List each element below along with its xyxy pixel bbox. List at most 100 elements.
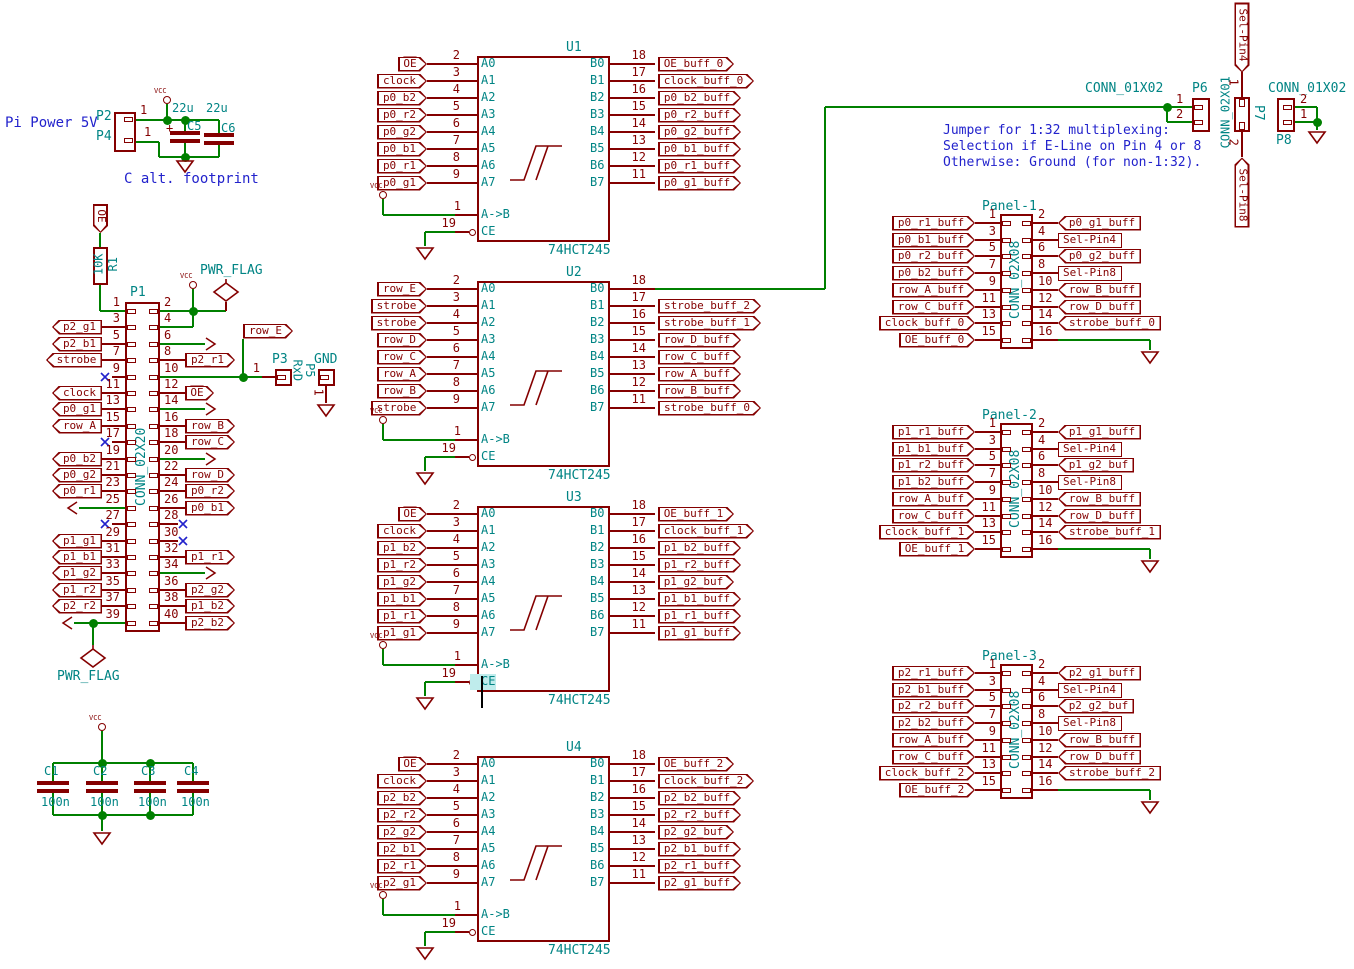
net-label-p0_g1[interactable]: p0_g1 (52, 402, 102, 417)
wire[interactable] (655, 288, 825, 290)
net-label-p0_g1_buff[interactable]: p0_g1_buff (658, 176, 741, 191)
wire[interactable] (99, 233, 101, 247)
net-label-p0_b2[interactable]: p0_b2 (52, 452, 102, 467)
net-label-p0_b2_buff[interactable]: p0_b2_buff (658, 91, 741, 106)
net-label-p1_r1[interactable]: p1_r1 (185, 550, 235, 565)
gnd-symbol[interactable] (175, 160, 195, 174)
net-label-row_C_buff[interactable]: row_C_buff (658, 350, 741, 365)
net-label-p2_b2_buff[interactable]: p2_b2_buff (892, 716, 975, 731)
net-label-p0_g1_buff[interactable]: p0_g1_buff (1058, 216, 1141, 231)
wire[interactable] (427, 97, 477, 99)
global-label-Sel-Pin4[interactable]: Sel-Pin4 (1058, 233, 1122, 248)
wire[interactable] (382, 899, 384, 915)
wire[interactable] (1058, 789, 1150, 791)
wire[interactable] (975, 222, 1000, 224)
wire[interactable] (425, 231, 455, 233)
connector-p6-body[interactable] (1192, 98, 1210, 132)
wire[interactable] (427, 407, 477, 409)
net-label-p1_b1_buff[interactable]: p1_b1_buff (892, 442, 975, 457)
gnd-symbol[interactable] (415, 697, 435, 711)
net-label-row_B[interactable]: row_B (377, 384, 427, 399)
wire[interactable] (1033, 789, 1058, 791)
wire[interactable] (455, 914, 477, 916)
net-label-OE_buff_0[interactable]: OE_buff_0 (658, 57, 734, 72)
global-label-Sel-Pin4[interactable]: Sel-Pin4 (1058, 683, 1122, 698)
net-label-p2_r2[interactable]: p2_r2 (52, 599, 102, 614)
wire[interactable] (1033, 431, 1058, 433)
wire[interactable] (427, 581, 477, 583)
net-label-p0_r2[interactable]: p0_r2 (377, 108, 427, 123)
net-label-p0_b2_buff[interactable]: p0_b2_buff (892, 266, 975, 281)
vcc-symbol[interactable] (379, 191, 387, 199)
wire[interactable] (92, 623, 94, 645)
wire[interactable] (824, 107, 826, 289)
net-label-p1_r2[interactable]: p1_r2 (377, 558, 427, 573)
gnd-symbol[interactable] (1307, 131, 1327, 145)
wire[interactable] (1241, 132, 1243, 157)
net-label-p1_r2[interactable]: p1_r2 (52, 583, 102, 598)
net-label-row_C[interactable]: row_C (377, 350, 427, 365)
net-label-clock[interactable]: clock (377, 74, 427, 89)
wire[interactable] (975, 464, 1000, 466)
wire[interactable] (610, 882, 655, 884)
net-label-OE_buff_1[interactable]: OE_buff_1 (658, 507, 734, 522)
wire[interactable] (427, 530, 477, 532)
net-label-row_E[interactable]: row_E (243, 324, 293, 339)
global-label-Sel-Pin4[interactable]: Sel-Pin4 (1058, 442, 1122, 457)
vcc-symbol[interactable] (189, 281, 197, 289)
wire[interactable] (218, 120, 220, 133)
wire[interactable] (427, 780, 477, 782)
gnd-symbol[interactable] (415, 247, 435, 261)
net-label-p0_g1[interactable]: p0_g1 (377, 176, 427, 191)
net-label-clock_buff_1[interactable]: clock_buff_1 (879, 525, 975, 540)
net-label-p1_b1[interactable]: p1_b1 (377, 592, 427, 607)
net-label-p1_g1_buff[interactable]: p1_g1_buff (1058, 425, 1141, 440)
net-label-p1_r1_buff[interactable]: p1_r1_buff (658, 609, 741, 624)
net-label-row_B_buff[interactable]: row_B_buff (1058, 492, 1141, 507)
gnd-symbol[interactable] (1140, 351, 1160, 365)
net-label-row_A_buff[interactable]: row_A_buff (892, 283, 975, 298)
wire[interactable] (455, 681, 469, 683)
net-label-p2_b2_buff[interactable]: p2_b2_buff (658, 791, 741, 806)
wire[interactable] (1033, 464, 1058, 466)
net-label-strobe_buff_0[interactable]: strobe_buff_0 (658, 401, 761, 416)
net-label-p2_r1_buff[interactable]: p2_r1_buff (892, 666, 975, 681)
wire[interactable] (975, 431, 1000, 433)
wire[interactable] (427, 831, 477, 833)
net-label-p2_b2[interactable]: p2_b2 (377, 791, 427, 806)
wire[interactable] (136, 119, 219, 121)
net-label-p2_g2[interactable]: p2_g2 (377, 825, 427, 840)
net-label-p2_g1[interactable]: p2_g1 (377, 876, 427, 891)
wire[interactable] (243, 376, 262, 378)
net-label-p2_r1[interactable]: p2_r1 (185, 353, 235, 368)
net-label-clock_buff_1[interactable]: clock_buff_1 (658, 524, 754, 539)
wire[interactable] (427, 339, 477, 341)
gnd-symbol[interactable] (1140, 560, 1160, 574)
gnd-symbol[interactable] (316, 404, 336, 418)
net-label-strobe_buff_2[interactable]: strobe_buff_2 (658, 299, 761, 314)
net-label-p1_b2_buff[interactable]: p1_b2_buff (658, 541, 741, 556)
net-label-clock[interactable]: clock (377, 774, 427, 789)
net-label-p2_g2[interactable]: p2_g2 (185, 583, 235, 598)
wire[interactable] (427, 513, 477, 515)
net-label-p0_b2[interactable]: p0_b2 (377, 91, 427, 106)
net-label-p2_g1_buff[interactable]: p2_g1_buff (658, 876, 741, 891)
wire[interactable] (192, 289, 194, 311)
net-label-row_B_buff[interactable]: row_B_buff (658, 384, 741, 399)
net-label-clock_buff_0[interactable]: clock_buff_0 (658, 74, 754, 89)
net-label-strobe[interactable]: strobe (46, 353, 102, 368)
wire[interactable] (382, 199, 384, 215)
net-label-p2_g2_buf[interactable]: p2_g2_buf (1058, 699, 1134, 714)
wire[interactable] (427, 182, 477, 184)
net-label-OE_buff_0[interactable]: OE_buff_0 (899, 333, 975, 348)
vcc-symbol[interactable] (379, 891, 387, 899)
net-label-clock_buff_0[interactable]: clock_buff_0 (879, 316, 975, 331)
wire[interactable] (975, 672, 1000, 674)
net-label-p0_g2_buff[interactable]: p0_g2_buff (1058, 249, 1141, 264)
net-label-p1_b2[interactable]: p1_b2 (185, 599, 235, 614)
wire[interactable] (1295, 106, 1317, 108)
wire[interactable] (382, 424, 384, 440)
wire[interactable] (427, 288, 477, 290)
wire[interactable] (225, 302, 227, 311)
net-label-p0_r2[interactable]: p0_r2 (185, 484, 235, 499)
